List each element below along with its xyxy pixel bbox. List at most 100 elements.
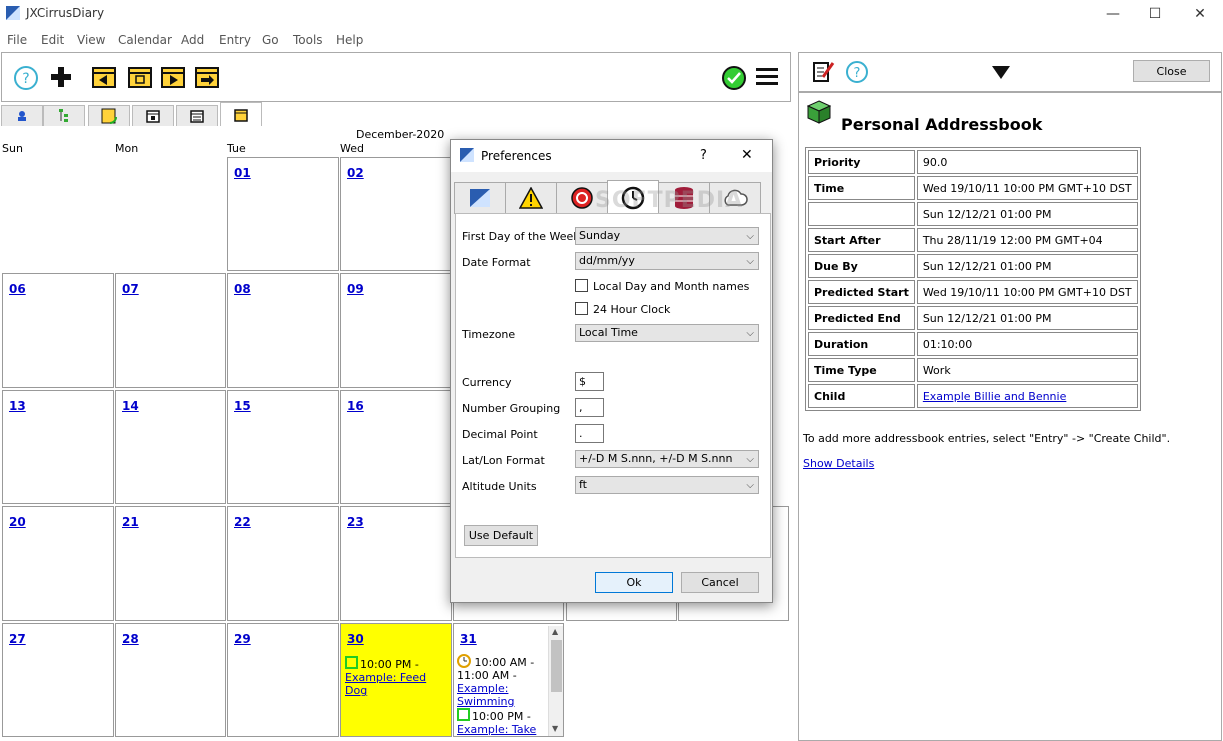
- day-cell[interactable]: 13: [2, 390, 114, 504]
- local-names-checkbox[interactable]: Local Day and Month names: [575, 279, 749, 293]
- tab-notes[interactable]: [88, 105, 130, 126]
- grouping-input[interactable]: ,: [575, 398, 604, 417]
- menu-edit[interactable]: Edit: [41, 33, 64, 47]
- menu-help[interactable]: Help: [336, 33, 363, 47]
- menu-view[interactable]: View: [77, 33, 105, 47]
- hour24-checkbox[interactable]: 24 Hour Clock: [575, 302, 670, 316]
- tab-week[interactable]: [176, 105, 218, 126]
- checkbox-box[interactable]: [575, 302, 588, 315]
- cell-scrollbar[interactable]: ▲ ▼: [548, 626, 563, 736]
- tab-general[interactable]: [454, 182, 506, 214]
- close-window-button[interactable]: ✕: [1177, 0, 1223, 28]
- event-link[interactable]: Example:: [457, 682, 508, 695]
- day-cell[interactable]: 07: [115, 273, 226, 388]
- today-calendar-icon[interactable]: [128, 66, 152, 88]
- day-number[interactable]: 14: [122, 399, 139, 413]
- use-default-button[interactable]: Use Default: [464, 525, 538, 546]
- menu-add[interactable]: Add: [181, 33, 204, 47]
- menu-calendar[interactable]: Calendar: [118, 33, 172, 47]
- day-number[interactable]: 16: [347, 399, 364, 413]
- tab-day[interactable]: [132, 105, 174, 126]
- close-panel-button[interactable]: Close: [1133, 60, 1210, 82]
- hamburger-menu-icon[interactable]: [756, 68, 778, 86]
- warning-icon: [519, 187, 543, 209]
- tab-warnings[interactable]: [505, 182, 557, 214]
- day-cell[interactable]: 02: [340, 157, 452, 271]
- day-number[interactable]: 15: [234, 399, 251, 413]
- day-cell[interactable]: 09: [340, 273, 452, 388]
- altitude-select[interactable]: ft ⌵: [575, 476, 759, 494]
- scrollbar-thumb[interactable]: [551, 640, 562, 692]
- day-number[interactable]: 20: [9, 515, 26, 529]
- day-cell-today[interactable]: 30 10:00 PM - Example: Feed Dog: [340, 623, 452, 737]
- day-cell[interactable]: 14: [115, 390, 226, 504]
- panel-help-icon[interactable]: ?: [845, 60, 869, 84]
- day-number[interactable]: 09: [347, 282, 364, 296]
- menu-file[interactable]: File: [7, 33, 27, 47]
- maximize-button[interactable]: ☐: [1132, 0, 1178, 28]
- day-number[interactable]: 22: [234, 515, 251, 529]
- day-cell[interactable]: 16: [340, 390, 452, 504]
- cancel-button[interactable]: Cancel: [681, 572, 759, 593]
- day-cell[interactable]: 15: [227, 390, 339, 504]
- day-cell[interactable]: 31 10:00 AM - 11:00 AM - Example: Swimmi…: [453, 623, 564, 737]
- day-cell[interactable]: 23: [340, 506, 452, 621]
- day-cell[interactable]: 27: [2, 623, 114, 737]
- go-to-date-icon[interactable]: [195, 66, 219, 88]
- timezone-select[interactable]: Local Time ⌵: [575, 324, 759, 342]
- add-icon[interactable]: [50, 66, 72, 88]
- day-cell[interactable]: 29: [227, 623, 339, 737]
- day-number[interactable]: 29: [234, 632, 251, 646]
- decimal-input[interactable]: .: [575, 424, 604, 443]
- child-link[interactable]: Example Billie and Bennie: [923, 390, 1067, 403]
- day-number[interactable]: 31: [460, 632, 477, 646]
- event-link[interactable]: Example: Take: [457, 723, 536, 736]
- day-cell[interactable]: 08: [227, 273, 339, 388]
- dialog-help-button[interactable]: ?: [700, 148, 707, 163]
- latlon-select[interactable]: +/-D M S.nnn, +/-D M S.nnn ⌵: [575, 450, 759, 468]
- day-number[interactable]: 08: [234, 282, 251, 296]
- day-number[interactable]: 27: [9, 632, 26, 646]
- day-number[interactable]: 30: [347, 632, 364, 646]
- dialog-close-button[interactable]: ✕: [741, 147, 753, 163]
- day-number[interactable]: 21: [122, 515, 139, 529]
- event-link[interactable]: Swimming: [457, 695, 514, 708]
- scroll-down-icon[interactable]: ▼: [552, 724, 558, 733]
- edit-entry-icon[interactable]: [812, 60, 836, 84]
- day-number[interactable]: 07: [122, 282, 139, 296]
- menu-entry[interactable]: Entry: [219, 33, 251, 47]
- day-number[interactable]: 06: [9, 282, 26, 296]
- show-details-link[interactable]: Show Details: [803, 457, 874, 470]
- day-cell[interactable]: 22: [227, 506, 339, 621]
- day-number[interactable]: 28: [122, 632, 139, 646]
- day-cell[interactable]: 28: [115, 623, 226, 737]
- day-cell[interactable]: 01: [227, 157, 339, 271]
- menu-tools[interactable]: Tools: [293, 33, 323, 47]
- day-number[interactable]: 02: [347, 166, 364, 180]
- menu-go[interactable]: Go: [262, 33, 279, 47]
- tab-tree[interactable]: [43, 105, 85, 126]
- day-number[interactable]: 13: [9, 399, 26, 413]
- dropdown-arrow-icon[interactable]: [992, 66, 1010, 79]
- next-month-icon[interactable]: [161, 66, 185, 88]
- sync-ok-icon[interactable]: [721, 65, 747, 91]
- minimize-button[interactable]: —: [1090, 0, 1136, 28]
- currency-input[interactable]: $: [575, 372, 604, 391]
- ok-button[interactable]: Ok: [595, 572, 673, 593]
- day-number[interactable]: 01: [234, 166, 251, 180]
- event-entry[interactable]: 10:00 AM - 11:00 AM - Example: Swimming …: [457, 654, 543, 736]
- previous-month-icon[interactable]: [92, 66, 116, 88]
- day-number[interactable]: 23: [347, 515, 364, 529]
- tab-contacts[interactable]: [1, 105, 43, 126]
- day-cell[interactable]: 20: [2, 506, 114, 621]
- help-icon[interactable]: ?: [13, 65, 39, 91]
- first-day-select[interactable]: Sunday ⌵: [575, 227, 759, 245]
- date-format-select[interactable]: dd/mm/yy ⌵: [575, 252, 759, 270]
- event-link[interactable]: Example: Feed Dog: [345, 671, 426, 697]
- checkbox-box[interactable]: [575, 279, 588, 292]
- day-cell[interactable]: 21: [115, 506, 226, 621]
- tab-month[interactable]: [220, 102, 262, 127]
- day-cell[interactable]: 06: [2, 273, 114, 388]
- scroll-up-icon[interactable]: ▲: [552, 627, 558, 636]
- event-entry[interactable]: 10:00 PM - Example: Feed Dog: [345, 656, 451, 697]
